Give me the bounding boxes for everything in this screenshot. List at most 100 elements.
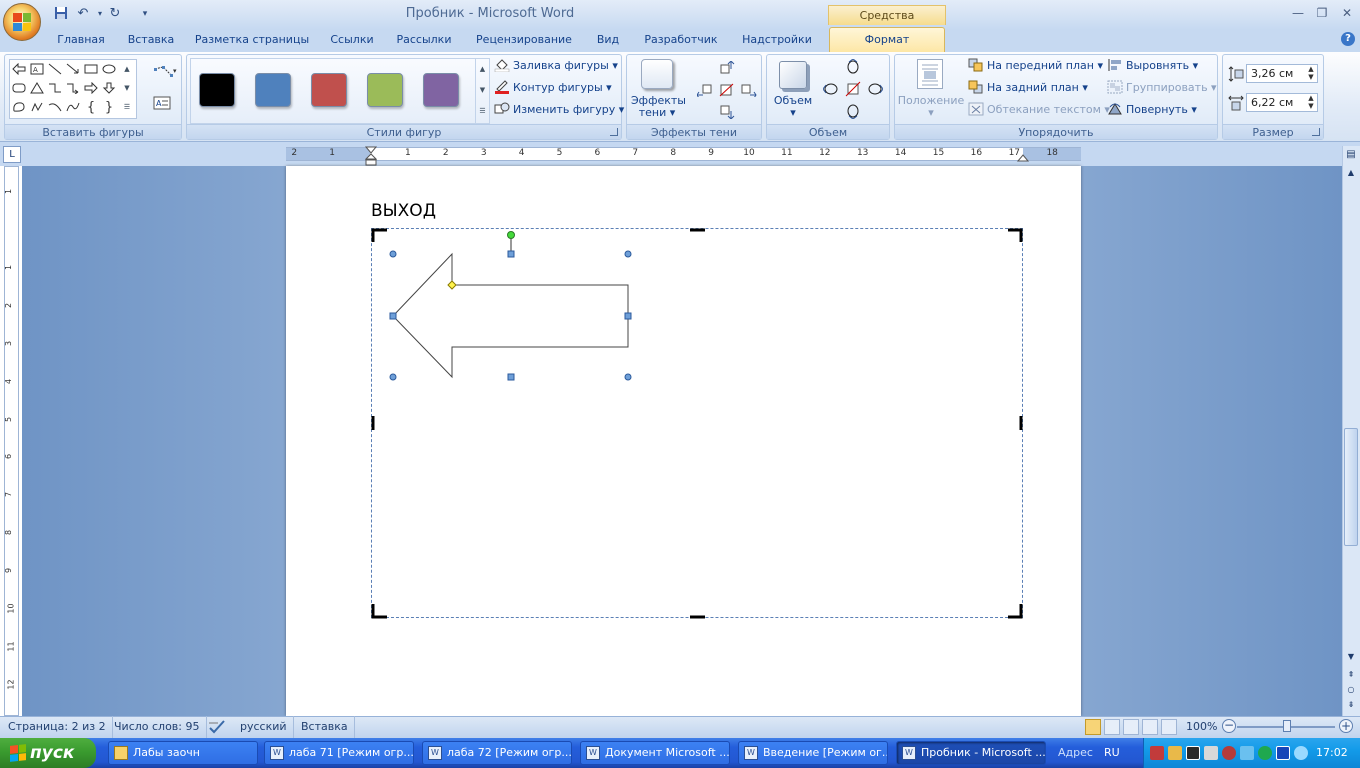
help-icon[interactable]: ?: [1341, 32, 1355, 46]
resize-handle-e[interactable]: [624, 312, 632, 320]
shadow-effects-icon[interactable]: [641, 59, 673, 89]
tilt-down-icon[interactable]: [845, 103, 861, 122]
tab-home[interactable]: Главная: [52, 30, 110, 52]
shape-width-input[interactable]: 6,22 см ▲ ▼: [1246, 93, 1318, 112]
send-to-back-button[interactable]: На задний план ▾: [987, 81, 1088, 94]
close-icon[interactable]: ✕: [1336, 5, 1358, 21]
left-brace-shape-icon[interactable]: {: [82, 98, 100, 116]
rotation-handle[interactable]: [507, 231, 515, 239]
tray-network-icon[interactable]: [1150, 746, 1164, 760]
style-swatch-black[interactable]: [199, 73, 235, 107]
tab-addins[interactable]: Надстройки: [736, 30, 818, 52]
tab-mailings[interactable]: Рассылки: [393, 30, 455, 52]
triangle-shape-icon[interactable]: [28, 79, 46, 97]
canvas-corner-bottom-left[interactable]: [371, 604, 387, 619]
left-arrow-shape[interactable]: [392, 252, 629, 379]
text-box-shape-icon[interactable]: A: [28, 60, 46, 78]
shadow-effects-button[interactable]: Эффекты тени ▾: [631, 95, 686, 119]
canvas-corner-bottom-right[interactable]: [1008, 604, 1023, 619]
nudge-shadow-right-icon[interactable]: [741, 83, 757, 100]
rectangle-shape-icon[interactable]: [82, 60, 100, 78]
resize-handle-s[interactable]: [507, 373, 515, 381]
tab-developer[interactable]: Разработчик: [638, 30, 724, 52]
resize-handle-w[interactable]: [389, 312, 397, 320]
address-toolbar-label[interactable]: Адрес: [1058, 738, 1093, 768]
oval-shape-icon[interactable]: [100, 60, 118, 78]
shape-outline-button[interactable]: Контур фигуры ▾: [513, 81, 612, 94]
size-launcher-icon[interactable]: [1312, 128, 1320, 136]
resize-handle-ne[interactable]: [624, 250, 632, 258]
3d-toggle-icon[interactable]: [845, 81, 861, 100]
3d-effects-button[interactable]: Объем ▾: [771, 95, 815, 119]
outline-view-icon[interactable]: [1142, 719, 1158, 735]
office-button[interactable]: [3, 3, 41, 41]
taskbar-item-laba72[interactable]: Wлаба 72 [Режим огр...: [422, 741, 572, 765]
resize-handle-nw[interactable]: [389, 250, 397, 258]
canvas-corner-top-right[interactable]: [1008, 228, 1023, 242]
change-shape-button[interactable]: Изменить фигуру ▾: [513, 103, 624, 116]
scroll-thumb[interactable]: [1344, 428, 1358, 546]
3d-effects-icon[interactable]: [779, 61, 807, 89]
gallery-scroll-up-icon[interactable]: ▲: [118, 60, 136, 78]
status-language[interactable]: русский: [234, 716, 294, 738]
canvas-corner-top-left[interactable]: [371, 228, 387, 242]
position-button[interactable]: Положение ▾: [897, 95, 965, 119]
print-layout-view-icon[interactable]: [1085, 719, 1101, 735]
nudge-shadow-down-icon[interactable]: [719, 105, 735, 122]
tab-view[interactable]: Вид: [590, 30, 626, 52]
right-brace-shape-icon[interactable]: }: [100, 98, 118, 116]
tray-update-icon[interactable]: [1240, 746, 1254, 760]
status-word-count[interactable]: Число слов: 95: [108, 716, 207, 738]
right-arrow-shape-icon[interactable]: [82, 79, 100, 97]
tab-references[interactable]: Ссылки: [324, 30, 380, 52]
taskbar-item-laba71[interactable]: Wлаба 71 [Режим огр...: [264, 741, 414, 765]
tray-green-icon[interactable]: [1258, 746, 1272, 760]
text-box-icon[interactable]: A: [153, 95, 171, 114]
resize-handle-se[interactable]: [624, 373, 632, 381]
tilt-left-icon[interactable]: [822, 81, 839, 100]
down-arrow-shape-icon[interactable]: [100, 79, 118, 97]
text-wrap-button[interactable]: Обтекание текстом ▾: [987, 103, 1110, 116]
nudge-shadow-up-icon[interactable]: [719, 60, 735, 78]
ruler-toggle-icon[interactable]: ▤: [1344, 148, 1358, 162]
tab-format[interactable]: Формат: [829, 27, 945, 52]
style-swatch-blue[interactable]: [255, 73, 291, 107]
shadow-toggle-icon[interactable]: [719, 83, 735, 100]
document-text[interactable]: ВЫХОД: [371, 201, 436, 221]
zoom-slider-thumb[interactable]: [1283, 720, 1291, 732]
select-browse-object-icon[interactable]: ○: [1344, 683, 1358, 697]
rotate-button[interactable]: Повернуть ▾: [1126, 103, 1197, 116]
edit-points-icon[interactable]: ▾: [153, 65, 179, 84]
tray-monitor-icon[interactable]: [1186, 746, 1200, 760]
scroll-down-icon[interactable]: ▼: [1344, 650, 1358, 664]
arc-shape-icon[interactable]: [46, 98, 64, 116]
next-page-icon[interactable]: ⇟: [1344, 698, 1358, 712]
gallery-more-icon[interactable]: ☰: [118, 98, 136, 116]
tab-review[interactable]: Рецензирование: [471, 30, 577, 52]
style-swatch-green[interactable]: [367, 73, 403, 107]
taskbar-item-vvedenie[interactable]: W Введение [Режим ог...: [738, 741, 888, 765]
curve-shape-icon[interactable]: [64, 98, 82, 116]
web-layout-view-icon[interactable]: [1123, 719, 1139, 735]
bring-to-front-button[interactable]: На передний план ▾: [987, 59, 1103, 72]
elbow-arrow-shape-icon[interactable]: [64, 79, 82, 97]
tilt-up-icon[interactable]: [845, 58, 861, 78]
group-objects-button[interactable]: Группировать ▾: [1126, 81, 1217, 94]
clock[interactable]: 17:02: [1316, 738, 1348, 768]
tilt-right-icon[interactable]: [867, 81, 884, 100]
style-gallery-scroll-icon[interactable]: ▲ ▼ ☰: [475, 59, 489, 123]
width-spin-arrows-icon[interactable]: ▲ ▼: [1306, 94, 1316, 111]
resize-handle-sw[interactable]: [389, 373, 397, 381]
tray-tool-icon[interactable]: [1204, 746, 1218, 760]
rounded-rect-shape-icon[interactable]: [10, 79, 28, 97]
height-spin-arrows-icon[interactable]: ▲ ▼: [1306, 65, 1316, 82]
zoom-out-icon[interactable]: −: [1222, 719, 1236, 733]
scroll-up-icon[interactable]: ▲: [1344, 166, 1358, 180]
style-swatch-red[interactable]: [311, 73, 347, 107]
shape-fill-button[interactable]: Заливка фигуры ▾: [513, 59, 618, 72]
restore-icon[interactable]: ❐: [1311, 5, 1333, 21]
language-indicator[interactable]: RU: [1104, 738, 1120, 768]
tray-security-icon[interactable]: [1222, 746, 1236, 760]
freeform-shape-icon[interactable]: [10, 98, 28, 116]
resize-handle-n[interactable]: [507, 250, 515, 258]
